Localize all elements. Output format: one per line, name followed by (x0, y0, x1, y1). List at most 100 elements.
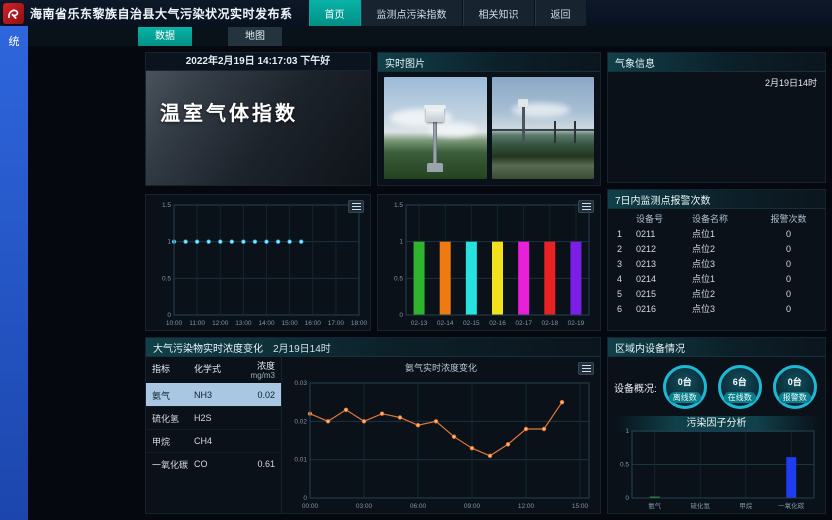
svg-text:甲烷: 甲烷 (739, 501, 753, 510)
alarm-device-name: 点位3 (692, 257, 758, 272)
nh3-realtime-chart: 00.010.020.0300:0003:0006:0009:0012:0015… (284, 375, 598, 511)
photos-panel: 实时图片 (377, 52, 601, 186)
svg-text:一氧化碳: 一氧化碳 (778, 501, 805, 510)
alarm-table-body: 10211点位1020212点位2030213点位3040214点位105021… (614, 227, 819, 317)
alarm-device-name: 点位2 (692, 242, 758, 257)
device-overview-row: 设备概况: 0台离线数6台在线数0台报警数 (608, 357, 825, 411)
app-title: 海南省乐东黎族自治县大气污染状况实时发布系 (30, 5, 293, 22)
nav-item-1[interactable]: 监测点污染指数 (361, 0, 463, 26)
pollutant-row[interactable]: 甲烷CH4 (146, 429, 281, 452)
svg-text:0: 0 (399, 312, 403, 319)
svg-text:18:00: 18:00 (351, 320, 368, 327)
alarm-table: 设备号 设备名称 报警次数 10211点位1020212点位2030213点位3… (608, 209, 825, 320)
svg-text:12:00: 12:00 (212, 320, 229, 327)
monitor-pole (522, 103, 525, 143)
monitor-pole (433, 121, 437, 167)
svg-text:02-13: 02-13 (411, 320, 428, 327)
alarm-device-id: 0212 (636, 242, 692, 257)
pollutant-name: 甲烷 (152, 435, 194, 448)
chart-menu-icon[interactable] (578, 362, 594, 375)
sidebar-label: 统 (0, 33, 28, 49)
chart-menu-icon[interactable] (578, 200, 594, 213)
weather-header: 气象信息 (608, 53, 825, 72)
pollutant-row[interactable]: 氨气NH30.02 (146, 383, 281, 406)
nav-item-0[interactable]: 首页 (309, 0, 361, 26)
col-formula: 化学式 (194, 362, 240, 375)
logo-icon (3, 3, 24, 24)
weather-body: 2月19日14时 (608, 72, 825, 182)
station-photo-2 (492, 77, 595, 179)
datetime-text: 2022年2月19日 14:17:03 下午好 (146, 53, 370, 71)
alarm-row: 60216点位30 (614, 302, 819, 317)
photo-row (378, 72, 600, 184)
alarm-row: 10211点位10 (614, 227, 819, 242)
svg-text:0.03: 0.03 (294, 380, 307, 387)
col-device-name: 设备名称 (692, 212, 758, 227)
daily-index-svg: 00.511.502-1302-1402-1502-1602-1702-1802… (380, 197, 598, 328)
devices-title: 区域内设备情况 (615, 340, 685, 355)
main-nav: 首页监测点污染指数相关知识返回 (309, 0, 587, 26)
svg-text:10:00: 10:00 (166, 320, 183, 327)
sidebar: 统 (0, 26, 28, 520)
device-overview-label: 设备概况: (614, 380, 657, 395)
svg-text:1.5: 1.5 (162, 202, 171, 209)
svg-text:02-17: 02-17 (515, 320, 532, 327)
svg-text:02-19: 02-19 (568, 320, 585, 327)
alarm-count: 0 (758, 257, 819, 272)
pollutant-formula: CO (194, 459, 240, 469)
nav-item-3[interactable]: 返回 (535, 0, 587, 26)
tab-1[interactable]: 地图 (228, 27, 282, 46)
greeting-panel: 2022年2月19日 14:17:03 下午好 温室气体指数 (145, 52, 371, 186)
alarm-row-index: 5 (614, 287, 636, 302)
pollutant-row[interactable]: 硫化氢H2S (146, 406, 281, 429)
svg-text:0.01: 0.01 (294, 457, 307, 464)
pollutant-row[interactable]: 一氧化碳CO0.61 (146, 452, 281, 475)
pollutant-name: 硫化氢 (152, 412, 194, 425)
device-stat-label: 离线数 (669, 392, 701, 403)
alarm-row-index: 2 (614, 242, 636, 257)
alarm-device-name: 点位1 (692, 227, 758, 242)
svg-text:0.5: 0.5 (394, 275, 403, 282)
alarm-device-name: 点位2 (692, 287, 758, 302)
greenhouse-index-chart: 00.511.510:0011:0012:0013:0014:0015:0016… (148, 197, 368, 328)
svg-text:0.5: 0.5 (162, 275, 171, 282)
daily-index-panel: 00.511.502-1302-1402-1502-1602-1702-1802… (377, 194, 601, 331)
tab-0[interactable]: 数据 (138, 27, 192, 46)
alarms-panel: 7日内监测点报警次数 设备号 设备名称 报警次数 10211点位1020212点… (607, 189, 826, 331)
pollutants-title: 大气污染物实时浓度变化 (153, 340, 263, 355)
svg-text:0.02: 0.02 (294, 418, 307, 425)
weather-title: 气象信息 (615, 55, 655, 70)
svg-text:1: 1 (167, 239, 171, 246)
device-stat-circle: 0台报警数 (773, 365, 817, 409)
pollutant-value: 0.02 (240, 390, 275, 400)
svg-text:15:00: 15:00 (572, 503, 589, 510)
pollutant-formula: H2S (194, 413, 240, 423)
topbar: 海南省乐东黎族自治县大气污染状况实时发布系 首页监测点污染指数相关知识返回 (0, 0, 832, 26)
svg-text:02-14: 02-14 (437, 320, 454, 327)
alarm-count: 0 (758, 302, 819, 317)
svg-text:氨气: 氨气 (648, 501, 662, 510)
pollutant-value: 0.61 (240, 459, 275, 469)
nh3-chart-area: 氨气实时浓度变化 00.010.020.0300:0003:0006:0009:… (282, 357, 600, 513)
station-photo-1 (384, 77, 487, 179)
nh3-chart-title: 氨气实时浓度变化 (282, 357, 600, 374)
alarm-row-index: 6 (614, 302, 636, 317)
nav-item-2[interactable]: 相关知识 (463, 0, 535, 26)
greeting-body: 温室气体指数 (146, 71, 370, 185)
weather-panel: 气象信息 2月19日14时 (607, 52, 826, 183)
dashboard: 海南省乐东黎族自治县大气污染状况实时发布系 首页监测点污染指数相关知识返回 统 … (0, 0, 832, 520)
svg-text:06:00: 06:00 (410, 503, 427, 510)
alarms-title: 7日内监测点报警次数 (615, 192, 711, 207)
svg-text:1.5: 1.5 (394, 202, 403, 209)
col-indicator: 指标 (152, 362, 194, 375)
svg-text:12:00: 12:00 (518, 503, 535, 510)
pollution-factor-chart: 00.51氨气硫化氢甲烷一氧化碳 (610, 423, 823, 511)
svg-text:02-16: 02-16 (489, 320, 506, 327)
chart-menu-icon[interactable] (348, 200, 364, 213)
photos-header: 实时图片 (378, 53, 600, 72)
svg-text:0: 0 (167, 312, 171, 319)
alarm-count: 0 (758, 287, 819, 302)
alarm-device-id: 0213 (636, 257, 692, 272)
pollutants-body: 指标 化学式 浓度mg/m3 氨气NH30.02硫化氢H2S甲烷CH4一氧化碳C… (146, 357, 600, 513)
svg-text:02-18: 02-18 (541, 320, 558, 327)
